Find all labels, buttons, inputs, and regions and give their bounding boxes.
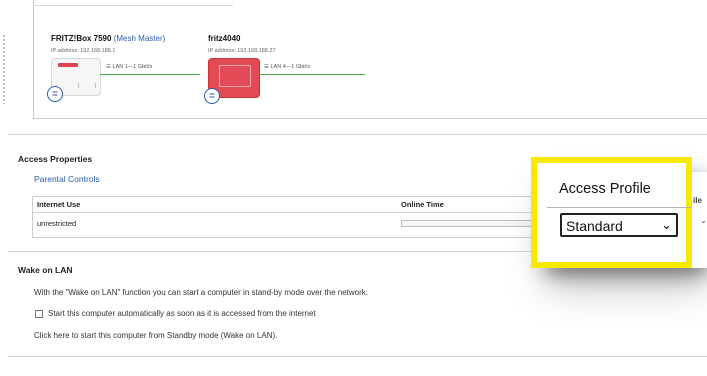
column-header-internet-use: Internet Use	[37, 200, 81, 209]
parental-controls-link[interactable]: Parental Controls	[34, 174, 100, 184]
callout-divider	[547, 207, 692, 208]
device-fritzbox-name[interactable]: FRITZ!Box 7590 (Mesh Master)	[51, 34, 165, 43]
wake-on-lan-heading: Wake on LAN	[18, 265, 73, 275]
section-divider	[8, 356, 707, 357]
device-ports	[78, 83, 96, 88]
device-fritzbox-ip: IP address: 192.168.188.1	[51, 48, 116, 54]
internet-use-value: unrestricted	[37, 219, 77, 228]
connection-line	[259, 74, 365, 75]
mesh-panel-header-strip	[33, 0, 233, 6]
device-name: FRITZ!Box 7590	[51, 34, 112, 43]
link-icon: ☰	[264, 64, 269, 70]
access-profile-label: Access Profile	[559, 181, 651, 197]
device-fritz4040-ip: IP address: 192.168.188.27	[208, 48, 276, 54]
chevron-down-icon: ⌄	[661, 217, 672, 232]
auto-start-checkbox-label[interactable]: Start this computer automatically as soo…	[48, 309, 316, 318]
access-properties-heading: Access Properties	[18, 154, 93, 164]
wake-on-lan-description: With the "Wake on LAN" function you can …	[34, 288, 368, 297]
device-red-stripe	[58, 63, 78, 67]
resize-grip[interactable]	[2, 34, 6, 104]
device-role: (Mesh Master)	[113, 34, 166, 43]
mesh-overview-panel	[33, 0, 707, 119]
section-divider	[8, 134, 707, 135]
access-profile-select[interactable]: Standard ⌄	[560, 213, 678, 237]
access-profile-selected-value: Standard	[566, 218, 623, 234]
link-icon: ☰	[106, 64, 111, 70]
column-header-online-time: Online Time	[401, 200, 444, 209]
start-computer-link[interactable]: Click here to start this computer from S…	[34, 331, 277, 340]
clipped-column-header: ile	[693, 196, 702, 205]
page: FRITZ!Box 7590 (Mesh Master) IP address:…	[0, 0, 707, 376]
auto-start-checkbox[interactable]	[35, 310, 43, 318]
connection-line	[100, 74, 200, 75]
mesh-icon: ≣	[47, 86, 63, 102]
link-speed-label: ☰ LAN 1—1 Gbit/s	[106, 64, 153, 70]
link-speed-label: ☰ LAN 4—1 Gbit/s	[264, 64, 311, 70]
clipped-dropdown-edge: ⌄	[700, 216, 707, 225]
device-panel	[219, 65, 251, 87]
device-fritz4040-name[interactable]: fritz4040	[208, 34, 240, 43]
mesh-icon: ≣	[204, 88, 220, 104]
